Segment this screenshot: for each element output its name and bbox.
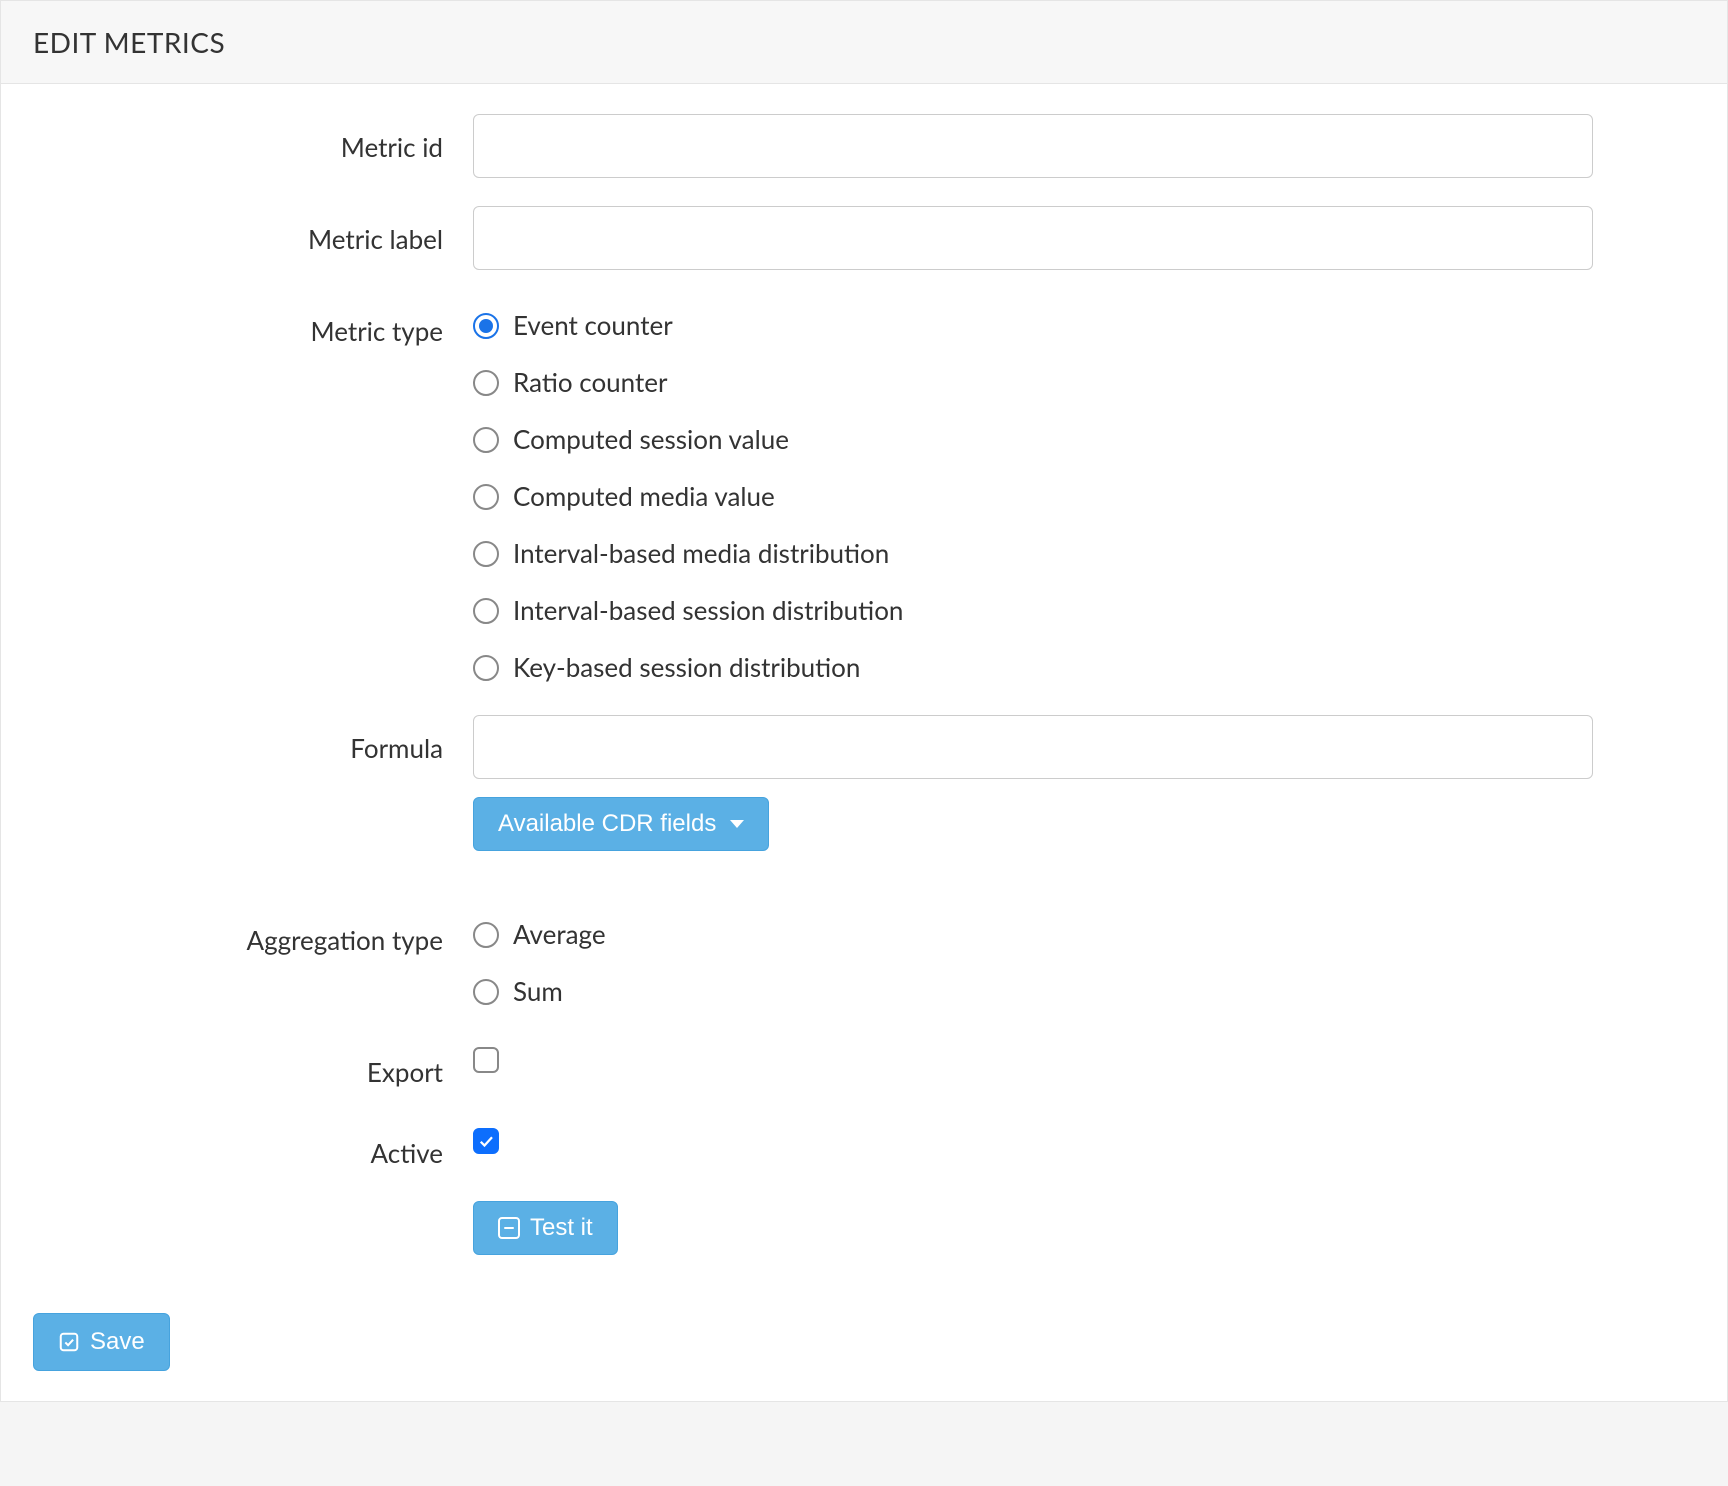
available-cdr-fields-button[interactable]: Available CDR fields bbox=[473, 797, 769, 851]
radio-average[interactable]: Average bbox=[473, 915, 1593, 954]
radio-key-session-distribution[interactable]: Key-based session distribution bbox=[473, 648, 1593, 687]
button-label: Save bbox=[90, 1328, 145, 1356]
radio-icon bbox=[473, 541, 499, 567]
row-test: Test it bbox=[33, 1201, 1695, 1255]
row-active: Active bbox=[33, 1120, 1695, 1173]
label-metric-id: Metric id bbox=[33, 114, 473, 167]
row-export: Export bbox=[33, 1039, 1695, 1092]
label-formula: Formula bbox=[33, 715, 473, 768]
label-aggregation-type: Aggregation type bbox=[33, 907, 473, 960]
save-button[interactable]: Save bbox=[33, 1313, 170, 1371]
label-empty bbox=[33, 1201, 473, 1215]
button-label: Test it bbox=[530, 1216, 593, 1240]
radio-interval-media-distribution[interactable]: Interval-based media distribution bbox=[473, 534, 1593, 573]
row-metric-type: Metric type Event counter Ratio counter … bbox=[33, 298, 1695, 687]
metric-id-input[interactable] bbox=[473, 114, 1593, 178]
checkbox-icon bbox=[473, 1047, 499, 1073]
button-label: Available CDR fields bbox=[498, 812, 716, 836]
radio-label: Average bbox=[513, 915, 606, 954]
radio-label: Computed session value bbox=[513, 420, 789, 459]
panel-title: EDIT METRICS bbox=[1, 1, 1727, 84]
radio-event-counter[interactable]: Event counter bbox=[473, 306, 1593, 345]
checkbox-icon bbox=[473, 1128, 499, 1154]
radio-icon bbox=[473, 427, 499, 453]
test-it-button[interactable]: Test it bbox=[473, 1201, 618, 1255]
radio-label: Sum bbox=[513, 972, 563, 1011]
radio-icon bbox=[473, 979, 499, 1005]
label-metric-label: Metric label bbox=[33, 206, 473, 259]
radio-interval-session-distribution[interactable]: Interval-based session distribution bbox=[473, 591, 1593, 630]
radio-icon bbox=[473, 313, 499, 339]
radio-label: Computed media value bbox=[513, 477, 775, 516]
radio-icon bbox=[473, 655, 499, 681]
caret-down-icon bbox=[730, 820, 744, 828]
radio-computed-media-value[interactable]: Computed media value bbox=[473, 477, 1593, 516]
radio-computed-session-value[interactable]: Computed session value bbox=[473, 420, 1593, 459]
label-active: Active bbox=[33, 1120, 473, 1173]
row-metric-id: Metric id bbox=[33, 114, 1695, 178]
radio-ratio-counter[interactable]: Ratio counter bbox=[473, 363, 1593, 402]
row-aggregation-type: Aggregation type Average Sum bbox=[33, 907, 1695, 1011]
metric-label-input[interactable] bbox=[473, 206, 1593, 270]
radio-icon bbox=[473, 598, 499, 624]
edit-metrics-panel: EDIT METRICS Metric id Metric label Metr… bbox=[0, 0, 1728, 1402]
row-formula: Formula Available CDR fields bbox=[33, 715, 1695, 851]
panel-body: Metric id Metric label Metric type Event… bbox=[1, 84, 1727, 1313]
panel-footer: Save bbox=[1, 1313, 1727, 1401]
radio-label: Key-based session distribution bbox=[513, 648, 860, 687]
metric-type-options: Event counter Ratio counter Computed ses… bbox=[473, 298, 1593, 687]
label-metric-type: Metric type bbox=[33, 298, 473, 351]
radio-icon bbox=[473, 484, 499, 510]
export-checkbox[interactable] bbox=[473, 1047, 1593, 1073]
radio-label: Interval-based session distribution bbox=[513, 591, 903, 630]
check-square-icon bbox=[58, 1331, 80, 1353]
formula-input[interactable] bbox=[473, 715, 1593, 779]
active-checkbox[interactable] bbox=[473, 1128, 1593, 1154]
test-icon bbox=[498, 1217, 520, 1239]
radio-sum[interactable]: Sum bbox=[473, 972, 1593, 1011]
radio-icon bbox=[473, 370, 499, 396]
radio-label: Event counter bbox=[513, 306, 673, 345]
radio-label: Interval-based media distribution bbox=[513, 534, 889, 573]
aggregation-type-options: Average Sum bbox=[473, 907, 1593, 1011]
radio-icon bbox=[473, 922, 499, 948]
label-export: Export bbox=[33, 1039, 473, 1092]
radio-label: Ratio counter bbox=[513, 363, 667, 402]
row-metric-label: Metric label bbox=[33, 206, 1695, 270]
